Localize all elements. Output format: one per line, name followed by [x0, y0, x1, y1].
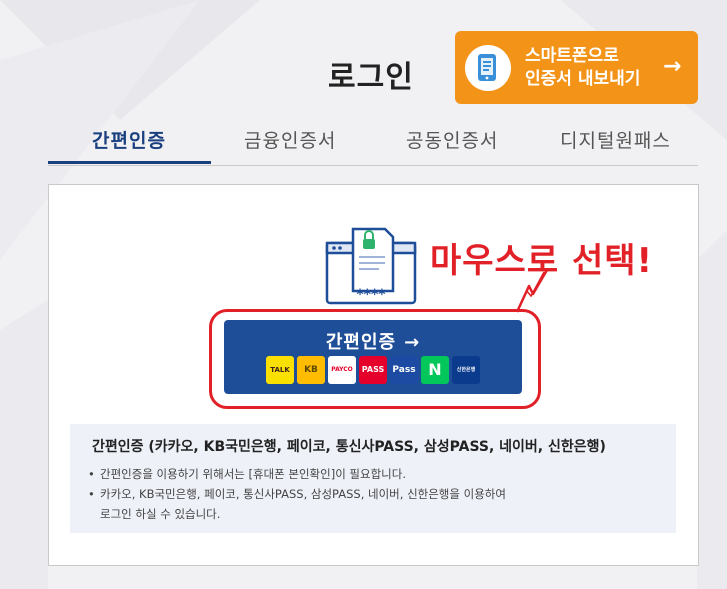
info-list: • 간편인증을 이용하기 위해서는 [휴대폰 본인확인]이 필요합니다. • 카카오…: [88, 464, 506, 524]
arrow-right-icon: →: [663, 54, 682, 79]
kakao-talk-icon: TALK: [266, 356, 294, 384]
info-title: 간편인증 (카카오, KB국민은행, 페이코, 통신사PASS, 삼성PASS,…: [92, 439, 606, 455]
list-item: • 간편인증을 이용하기 위해서는 [휴대폰 본인확인]이 필요합니다.: [88, 467, 406, 481]
simple-auth-button-label: 간편인증: [325, 332, 397, 353]
smartphone-icon: [465, 45, 511, 91]
active-tab-indicator: [48, 161, 211, 164]
masked-code: ****: [356, 287, 386, 303]
tab-financial-cert[interactable]: 금융인증서: [244, 126, 336, 153]
simple-auth-panel: **** 마우스로 선택! 간편인증 → TALK KB PAYCO PASS P…: [48, 184, 699, 566]
tab-joint-cert[interactable]: 공동인증서: [406, 126, 498, 153]
list-item-continuation: 로그인 하실 수 있습니다.: [100, 507, 221, 521]
auth-method-tabs: 간편인증 금융인증서 공동인증서 디지털원패스: [48, 118, 698, 166]
list-item: • 카카오, KB국민은행, 페이코, 통신사PASS, 삼성PASS, 네이버,…: [88, 487, 506, 501]
simple-auth-button[interactable]: 간편인증 → TALK KB PAYCO PASS Pass N 신한은행: [224, 320, 522, 394]
kb-bank-icon: KB: [297, 356, 325, 384]
info-box: 간편인증 (카카오, KB국민은행, 페이코, 통신사PASS, 삼성PASS,…: [70, 424, 676, 533]
page-title: 로그인: [328, 60, 414, 95]
export-button-line1: 스마트폰으로: [525, 46, 619, 66]
tab-digital-onepass[interactable]: 디지털원패스: [560, 126, 671, 153]
naver-icon: N: [421, 356, 449, 384]
payco-icon: PAYCO: [328, 356, 356, 384]
arrow-right-icon: →: [404, 332, 421, 353]
export-certificate-button[interactable]: 스마트폰으로 인증서 내보내기 →: [455, 31, 698, 104]
export-button-line2: 인증서 내보내기: [525, 69, 641, 89]
certificate-document-icon: ****: [325, 227, 417, 305]
tab-simple-auth[interactable]: 간편인증: [92, 126, 166, 153]
samsung-pass-icon: Pass: [390, 356, 418, 384]
shinhan-bank-icon: 신한은행: [452, 356, 480, 384]
pass-icon: PASS: [359, 356, 387, 384]
